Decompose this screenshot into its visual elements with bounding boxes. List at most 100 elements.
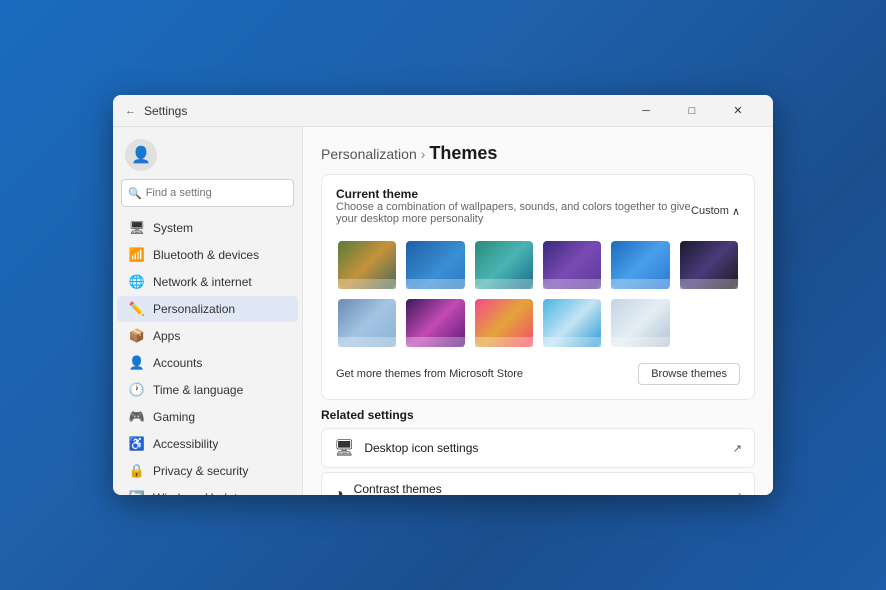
sidebar-item-label: Windows Update — [153, 491, 244, 495]
theme-item[interactable] — [336, 239, 398, 291]
theme-item[interactable] — [336, 297, 398, 349]
apps-icon: 📦 — [129, 328, 145, 344]
close-button[interactable]: ✕ — [715, 95, 761, 127]
section-title: Current theme — [336, 187, 691, 201]
themes-grid — [336, 239, 740, 349]
theme-thumbnail — [475, 241, 533, 289]
sidebar-item-system[interactable]: 🖥 System — [117, 215, 298, 241]
sidebar-item-time[interactable]: 🕐 Time & language — [117, 377, 298, 403]
search-box[interactable]: 🔍 — [121, 179, 294, 207]
section-header: Current theme Choose a combination of wa… — [336, 187, 740, 235]
back-button[interactable]: ← — [125, 105, 136, 117]
theme-taskbar — [338, 279, 396, 289]
theme-thumbnail — [406, 299, 464, 347]
contrast-text: Contrast themes Color themes for low vis… — [354, 482, 728, 495]
sidebar-item-apps[interactable]: 📦 Apps — [117, 323, 298, 349]
breadcrumb: Personalization › Themes — [321, 143, 755, 164]
sidebar-item-label: System — [153, 221, 193, 235]
avatar-icon: 👤 — [131, 145, 151, 165]
related-settings-title: Related settings — [321, 408, 755, 422]
chevron-right-icon: › — [738, 488, 742, 496]
search-input[interactable] — [146, 187, 287, 199]
browse-themes-button[interactable]: Browse themes — [638, 363, 740, 385]
sidebar-item-label: Accessibility — [153, 437, 218, 451]
time-icon: 🕐 — [129, 382, 145, 398]
external-link-icon: ↗ — [733, 442, 742, 455]
theme-badge[interactable]: Custom ∧ — [691, 205, 740, 218]
window-title: Settings — [144, 104, 623, 118]
theme-item[interactable] — [678, 239, 740, 291]
theme-item[interactable] — [404, 297, 466, 349]
contrast-themes-item[interactable]: ◑ Contrast themes Color themes for low v… — [321, 472, 755, 495]
theme-item[interactable] — [404, 239, 466, 291]
sidebar-item-label: Accounts — [153, 356, 202, 370]
sidebar-item-label: Time & language — [153, 383, 243, 397]
theme-item[interactable] — [609, 297, 671, 349]
theme-taskbar — [406, 337, 464, 347]
theme-item[interactable] — [473, 297, 535, 349]
theme-thumbnail — [543, 299, 601, 347]
titlebar: ← Settings ─ □ ✕ — [113, 95, 773, 127]
theme-thumbnail — [543, 241, 601, 289]
contrast-icon: ◑ — [334, 486, 344, 496]
desktop-icon-text: Desktop icon settings — [364, 441, 722, 455]
window-content: 👤 🔍 🖥 System 📶 Bluetooth & devices 🌐 Net… — [113, 127, 773, 495]
sidebar-item-network[interactable]: 🌐 Network & internet — [117, 269, 298, 295]
gaming-icon: 🎮 — [129, 409, 145, 425]
theme-thumbnail — [611, 299, 669, 347]
theme-item[interactable] — [609, 239, 671, 291]
desktop-icon: 🖥 — [334, 438, 354, 458]
theme-thumbnail — [475, 299, 533, 347]
bluetooth-icon: 📶 — [129, 247, 145, 263]
sidebar-item-label: Personalization — [153, 302, 235, 316]
section-desc: Choose a combination of wallpapers, soun… — [336, 201, 691, 225]
window-controls: ─ □ ✕ — [623, 95, 761, 127]
sidebar-item-accessibility[interactable]: ♿ Accessibility — [117, 431, 298, 457]
badge-chevron: ∧ — [732, 205, 740, 218]
theme-taskbar — [543, 337, 601, 347]
sidebar-item-label: Bluetooth & devices — [153, 248, 259, 262]
theme-taskbar — [338, 337, 396, 347]
main-content: Personalization › Themes Current theme C… — [303, 127, 773, 495]
theme-thumbnail — [338, 299, 396, 347]
sidebar-item-update[interactable]: 🔄 Windows Update — [117, 485, 298, 495]
theme-thumbnail — [680, 241, 738, 289]
desktop-icon-title: Desktop icon settings — [364, 441, 722, 455]
theme-taskbar — [680, 279, 738, 289]
theme-item[interactable] — [473, 239, 535, 291]
privacy-icon: 🔒 — [129, 463, 145, 479]
current-theme-section: Current theme Choose a combination of wa… — [321, 174, 755, 400]
maximize-button[interactable]: □ — [669, 95, 715, 127]
related-settings: Related settings 🖥 Desktop icon settings… — [321, 408, 755, 495]
theme-thumbnail — [611, 241, 669, 289]
personalization-icon: ✏️ — [129, 301, 145, 317]
theme-item[interactable] — [541, 297, 603, 349]
theme-item[interactable] — [541, 239, 603, 291]
sidebar-item-bluetooth[interactable]: 📶 Bluetooth & devices — [117, 242, 298, 268]
badge-label: Custom — [691, 205, 729, 217]
store-text: Get more themes from Microsoft Store — [336, 368, 523, 380]
theme-taskbar — [475, 279, 533, 289]
sidebar-item-label: Gaming — [153, 410, 195, 424]
breadcrumb-current: Themes — [429, 143, 497, 164]
theme-thumbnail — [406, 241, 464, 289]
desktop-icon-settings-item[interactable]: 🖥 Desktop icon settings ↗ — [321, 428, 755, 468]
accounts-icon: 👤 — [129, 355, 145, 371]
theme-thumbnail — [338, 241, 396, 289]
theme-taskbar — [543, 279, 601, 289]
sidebar-item-label: Network & internet — [153, 275, 252, 289]
contrast-title: Contrast themes — [354, 482, 728, 495]
sidebar-item-gaming[interactable]: 🎮 Gaming — [117, 404, 298, 430]
system-icon: 🖥 — [129, 220, 145, 236]
search-icon: 🔍 — [128, 187, 142, 200]
avatar: 👤 — [125, 139, 157, 171]
theme-taskbar — [406, 279, 464, 289]
minimize-button[interactable]: ─ — [623, 95, 669, 127]
breadcrumb-separator: › — [421, 146, 426, 162]
breadcrumb-parent[interactable]: Personalization — [321, 146, 417, 162]
settings-window: ← Settings ─ □ ✕ 👤 🔍 🖥 System 📶 Bluet — [113, 95, 773, 495]
sidebar-item-privacy[interactable]: 🔒 Privacy & security — [117, 458, 298, 484]
sidebar-item-accounts[interactable]: 👤 Accounts — [117, 350, 298, 376]
sidebar-item-personalization[interactable]: ✏️ Personalization — [117, 296, 298, 322]
theme-taskbar — [611, 279, 669, 289]
